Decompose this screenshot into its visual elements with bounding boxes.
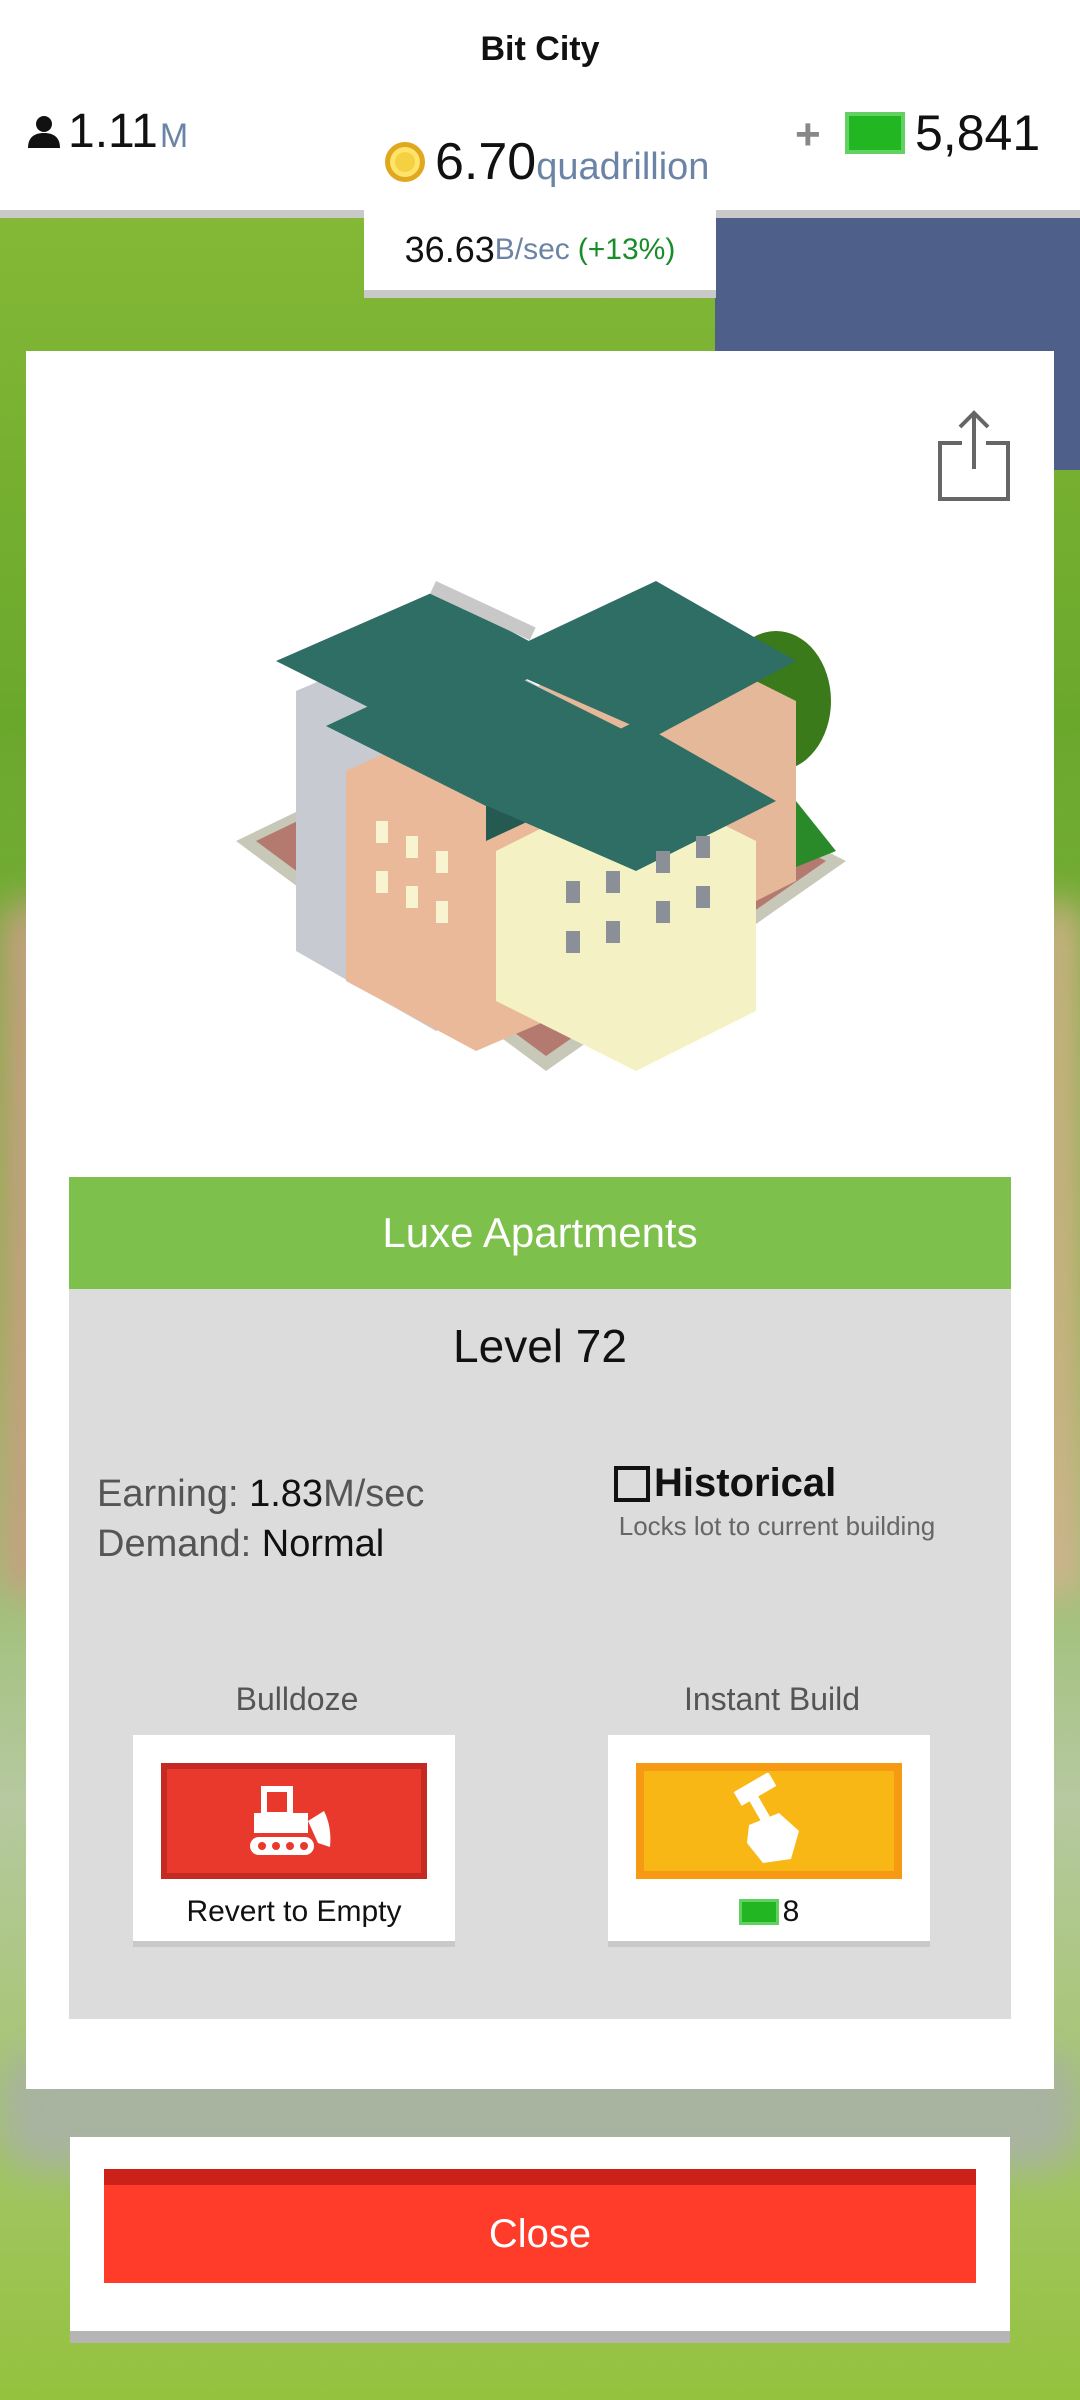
building-stats: Earning: 1.83M/sec Demand: Normal [97, 1469, 424, 1569]
demand-label: Demand: [97, 1523, 252, 1565]
coin-counter: 6.70 quadrillion [385, 132, 709, 192]
building-info-panel: Level 72 Earning: 1.83M/sec Demand: Norm… [69, 1289, 1011, 2019]
bulldoze-card[interactable]: Revert to Empty [133, 1735, 455, 1941]
close-button[interactable]: Close [104, 2169, 976, 2283]
instant-build-button[interactable] [636, 1763, 902, 1879]
close-button-frame: Close [70, 2137, 1010, 2331]
historical-checkbox[interactable] [614, 1465, 650, 1502]
instant-build-title: Instant Build [683, 1681, 861, 1717]
income-rate-tab: 36.63 B/sec (+13%) [364, 210, 716, 298]
historical-label: Historical [654, 1461, 837, 1505]
bulldozer-icon [250, 1786, 331, 1855]
hammer-hand-icon [733, 1773, 799, 1863]
add-cash-button[interactable]: + [795, 110, 821, 160]
cash-value: 5,841 [915, 105, 1041, 161]
building-level: Level 72 [453, 1320, 627, 1372]
rate-unit: B/sec [494, 233, 570, 266]
app-title: Bit City [480, 30, 600, 68]
rate-bonus: (+13%) [577, 233, 676, 266]
building-name-banner: Luxe Apartments [69, 1177, 1011, 1289]
person-icon [28, 115, 60, 148]
earning-value: 1.83 [249, 1473, 324, 1515]
coin-unit: quadrillion [536, 146, 710, 188]
earning-unit: M/sec [323, 1473, 425, 1515]
bulldoze-caption: Revert to Empty [186, 1895, 402, 1928]
instant-build-cost: 8 [608, 1895, 930, 1929]
coin-icon [385, 142, 425, 182]
historical-toggle[interactable]: Historical [614, 1461, 836, 1506]
building-illustration [236, 581, 846, 1071]
historical-description: Locks lot to current building [618, 1511, 936, 1541]
population-unit: M [159, 117, 189, 155]
top-bar: Bit City 1.11 M 6.70 quadrillion + 5,841 [0, 0, 1080, 218]
instant-build-card[interactable]: 8 [608, 1735, 930, 1941]
instant-build-cost-value: 8 [782, 1895, 800, 1928]
cash-icon [738, 1899, 779, 1925]
population-counter: 1.11 M [26, 104, 188, 159]
bulldoze-button[interactable] [161, 1763, 427, 1879]
share-icon[interactable] [934, 407, 1014, 503]
earning-label: Earning: [97, 1473, 239, 1515]
population-value: 1.11 [68, 105, 158, 158]
cash-icon [845, 112, 905, 154]
rate-value: 36.63 [404, 229, 495, 270]
bulldoze-title: Bulldoze [235, 1681, 359, 1717]
cash-counter[interactable]: 5,841 [845, 104, 1040, 162]
demand-value: Normal [261, 1523, 385, 1565]
coin-value: 6.70 [435, 133, 537, 191]
building-card: Luxe Apartments Level 72 Earning: 1.83M/… [26, 351, 1054, 2089]
